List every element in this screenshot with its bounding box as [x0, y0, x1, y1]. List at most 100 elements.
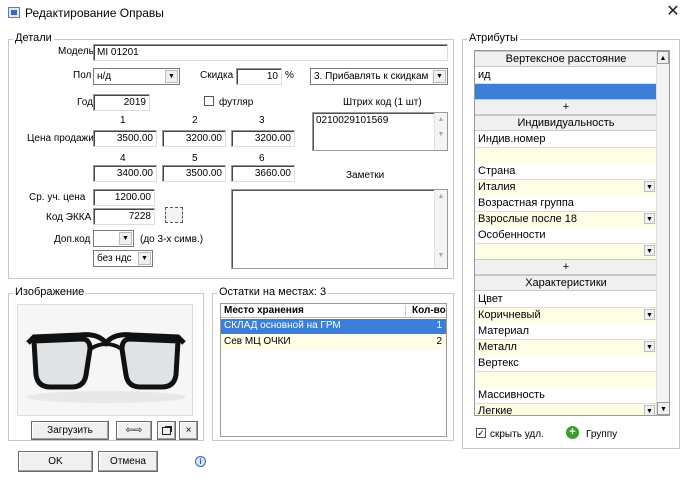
discount-mode-select[interactable]: 3. Прибавлять к скидкам ▼ [310, 68, 448, 85]
add-group-label[interactable]: Группу [586, 429, 617, 440]
chevron-down-icon[interactable]: ▼ [165, 70, 178, 83]
discount-unit: % [285, 70, 294, 81]
price-col-4: 4 [120, 153, 126, 164]
image-group-label: Изображение [13, 286, 87, 298]
attribute-label: Цвет [475, 291, 657, 307]
price-input-1[interactable]: 3500.00 [93, 130, 157, 147]
attribute-value-field[interactable] [475, 147, 657, 163]
barcode-label: Штрих код (1 шт) [343, 97, 422, 108]
attribute-section-header[interactable]: + [475, 259, 657, 275]
chevron-down-icon[interactable]: ▼ [644, 341, 655, 352]
stock-header-row: Место хранения Кол-во [221, 304, 446, 318]
case-checkbox[interactable] [204, 96, 214, 106]
chevron-down-icon[interactable]: ▼ [119, 232, 132, 245]
price-label: Цена продажи [27, 133, 94, 144]
copy-image-button[interactable] [157, 421, 176, 440]
scroll-down-icon[interactable]: ▼ [657, 402, 669, 415]
attribute-select[interactable]: Италия [475, 179, 657, 195]
prev-next-button[interactable]: ⇦⇨ [116, 421, 152, 440]
chevron-down-icon[interactable]: ▼ [644, 309, 655, 320]
chevron-down-icon[interactable]: ▼ [644, 213, 655, 224]
col-qty-header[interactable]: Кол-во [405, 305, 446, 316]
vat-select[interactable]: без ндс ▼ [93, 250, 153, 267]
gender-select[interactable]: н/д ▼ [93, 68, 180, 85]
table-row[interactable]: Сев МЦ ОЧКИ 2 [221, 335, 446, 350]
barcode-scan-icon[interactable] [165, 207, 183, 223]
col-place-header[interactable]: Место хранения [224, 305, 304, 316]
ekka-label: Код ЭККА [46, 212, 92, 223]
hide-deleted-checkbox[interactable]: ✓ [476, 428, 486, 438]
stock-table: Место хранения Кол-во СКЛАД основной на … [220, 303, 447, 437]
attribute-select[interactable]: Коричневый [475, 307, 657, 323]
attributes-group-label: Атрибуты [467, 32, 520, 44]
stock-place-cell: СКЛАД основной на ГРМ [224, 320, 341, 331]
addcode-select[interactable]: ▼ [93, 230, 134, 247]
addcode-label: Доп.код [54, 234, 91, 245]
app-icon [8, 7, 20, 18]
price-col-5: 5 [192, 153, 198, 164]
copy-icon [162, 427, 171, 435]
attribute-select[interactable]: Металл [475, 339, 657, 355]
delete-image-button[interactable]: × [179, 421, 198, 440]
attribute-section-header[interactable]: Характеристики [475, 275, 657, 291]
stock-group-label: Остатки на местах: 3 [217, 286, 329, 298]
attribute-value-field[interactable] [475, 371, 657, 387]
attribute-select[interactable]: Легкие [475, 403, 657, 415]
add-group-icon[interactable]: + [566, 426, 579, 439]
barcode-field[interactable]: 0210029101569 ▲ ▼ [312, 112, 448, 151]
chevron-down-icon[interactable]: ▼ [138, 252, 151, 265]
notes-field[interactable] [231, 189, 448, 269]
addcode-hint: (до 3-х симв.) [140, 234, 204, 245]
info-icon[interactable]: i [195, 456, 206, 467]
price-col-2: 2 [192, 115, 198, 126]
scroll-up-icon[interactable]: ▲ [657, 51, 669, 64]
attributes-scrollbar[interactable]: ▲ ▼ [656, 51, 669, 415]
price-input-4[interactable]: 3400.00 [93, 165, 157, 182]
notes-scrollbar[interactable]: ▲ ▼ [434, 190, 447, 268]
avg-price-input[interactable]: 1200.00 [93, 189, 155, 206]
chevron-down-icon[interactable]: ▼ [644, 245, 655, 256]
stock-qty-cell: 2 [436, 336, 442, 347]
model-label: Модель [58, 46, 94, 57]
ok-button[interactable]: OK [18, 451, 93, 472]
price-col-6: 6 [259, 153, 265, 164]
stock-qty-cell: 1 [436, 320, 442, 331]
ekka-input[interactable]: 7228 [93, 208, 155, 225]
attribute-label: Материал [475, 323, 657, 339]
discount-input[interactable]: 10 [236, 68, 282, 85]
price-input-2[interactable]: 3200.00 [162, 130, 226, 147]
attribute-label: Особенности [475, 227, 657, 243]
attribute-section-header[interactable]: + [475, 99, 657, 115]
window-title: Редактирование Оправы [25, 6, 164, 20]
chevron-down-icon[interactable]: ▼ [644, 405, 655, 415]
price-col-3: 3 [259, 115, 265, 126]
attribute-select[interactable]: Взрослые после 18 [475, 211, 657, 227]
attribute-value-field[interactable] [475, 83, 657, 99]
stock-place-cell: Сев МЦ ОЧКИ [224, 336, 291, 347]
glasses-image [26, 332, 186, 403]
attribute-section-header[interactable]: Индивидуальность [475, 115, 657, 131]
table-row[interactable]: СКЛАД основной на ГРМ 1 [221, 319, 446, 334]
attribute-section-header[interactable]: Вертексное расстояние [475, 51, 657, 67]
attribute-label: ид [475, 67, 657, 83]
case-label: футляр [219, 97, 254, 108]
notes-label: Заметки [346, 170, 385, 181]
chevron-down-icon[interactable]: ▼ [644, 181, 655, 192]
close-icon[interactable]: ✕ [664, 2, 682, 22]
price-input-3[interactable]: 3200.00 [231, 130, 295, 147]
model-input[interactable]: MI 01201 [93, 44, 448, 61]
attribute-label: Индив.номер [475, 131, 657, 147]
avg-price-label: Ср. уч. цена [29, 192, 86, 203]
barcode-scrollbar[interactable]: ▲ ▼ [434, 113, 447, 150]
details-group-label: Детали [13, 32, 54, 44]
discount-mode-value: 3. Прибавлять к скидкам [314, 71, 429, 82]
gender-value: н/д [97, 71, 112, 82]
price-input-6[interactable]: 3660.00 [231, 165, 295, 182]
load-image-button[interactable]: Загрузить [31, 421, 109, 440]
hide-deleted-label: скрыть удл. [490, 429, 544, 440]
price-input-5[interactable]: 3500.00 [162, 165, 226, 182]
year-input[interactable]: 2019 [93, 94, 150, 111]
attribute-select[interactable] [475, 243, 657, 259]
cancel-button[interactable]: Отмена [98, 451, 158, 472]
chevron-down-icon[interactable]: ▼ [433, 70, 446, 83]
